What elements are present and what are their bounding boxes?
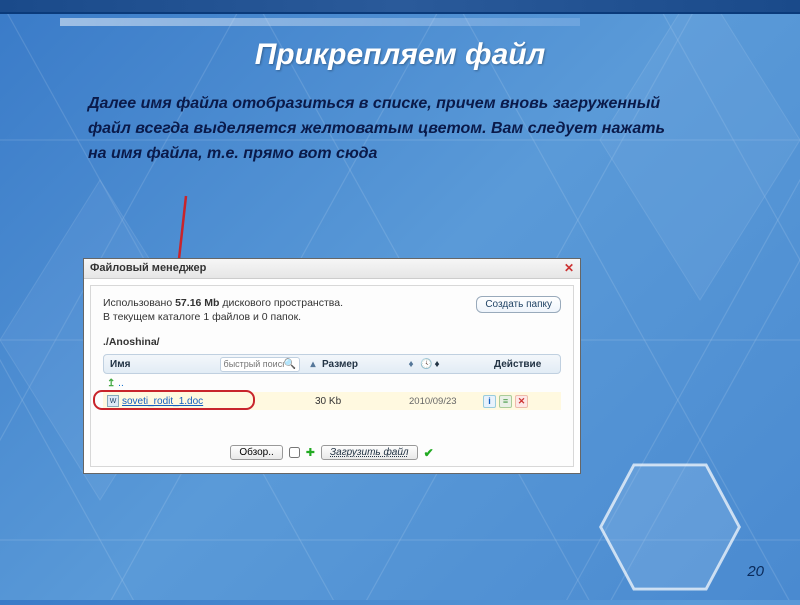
file-name-link[interactable]: soveti_rodit_1.doc [122,396,203,407]
table-header: Имя 🔍 ▴ Размер ♦ 🕓♦ Действие [103,354,561,374]
disk-value: 57.16 Mb [175,297,219,309]
col-size-label[interactable]: Размер [322,359,402,370]
confirm-icon[interactable]: ✔ [424,446,434,460]
search-icon[interactable]: 🔍 [284,359,296,370]
col-name-label[interactable]: Имя [110,359,130,370]
parent-dots: .. [118,378,124,389]
file-size: 30 Kb [315,396,409,407]
instruction-text: Далее имя файла отобразиться в списке, п… [88,92,668,166]
page-number: 20 [747,563,764,580]
upload-checkbox[interactable] [289,447,300,458]
info-icon[interactable]: i [483,395,496,408]
search-input[interactable] [224,359,284,369]
catalog-count: В текущем каталоге 1 файлов и 0 папок. [103,311,301,323]
decorative-hexagon [595,462,745,592]
file-row[interactable]: W soveti_rodit_1.doc 30 Kb 2010/09/23 i … [103,392,561,410]
plus-icon[interactable]: ✚ [306,446,315,459]
clock-icon: 🕓 [420,359,432,370]
file-manager-dialog: Файловый менеджер ✕ Использовано 57.16 M… [83,258,581,474]
browse-button[interactable]: Обзор.. [230,445,282,460]
parent-dir-row[interactable]: ↥ .. [103,374,561,392]
sort-date-icon[interactable]: ♦ [434,359,439,370]
disk-prefix: Использовано [103,297,175,309]
delete-icon[interactable]: ✕ [515,395,528,408]
col-date[interactable]: 🕓♦ [420,359,490,370]
dialog-footer: Обзор.. ✚ Загрузить файл ✔ [91,445,573,460]
file-date: 2010/09/23 [409,396,483,407]
create-folder-button[interactable]: Создать папку [476,296,561,313]
disk-usage-info: Использовано 57.16 Mb дискового простран… [103,296,343,324]
sort-name-icon[interactable]: ▴ [304,359,322,370]
sort-size-icon[interactable]: ♦ [402,359,420,370]
current-path[interactable]: ./Anoshina/ [103,324,561,348]
upload-button[interactable]: Загрузить файл [321,445,418,460]
dialog-title: Файловый менеджер [90,262,206,274]
col-actions-label: Действие [490,359,560,370]
doc-file-icon: W [107,395,119,407]
dialog-titlebar: Файловый менеджер ✕ [84,259,580,279]
slide-top-bar [0,0,800,14]
rename-icon[interactable]: ≡ [499,395,512,408]
close-icon[interactable]: ✕ [562,261,576,275]
disk-suffix: дискового пространства. [219,297,343,309]
slide-title: Прикрепляем файл [0,38,800,72]
up-arrow-icon: ↥ [107,378,115,389]
slide-top-accent [60,18,580,26]
quick-search[interactable]: 🔍 [220,357,300,372]
